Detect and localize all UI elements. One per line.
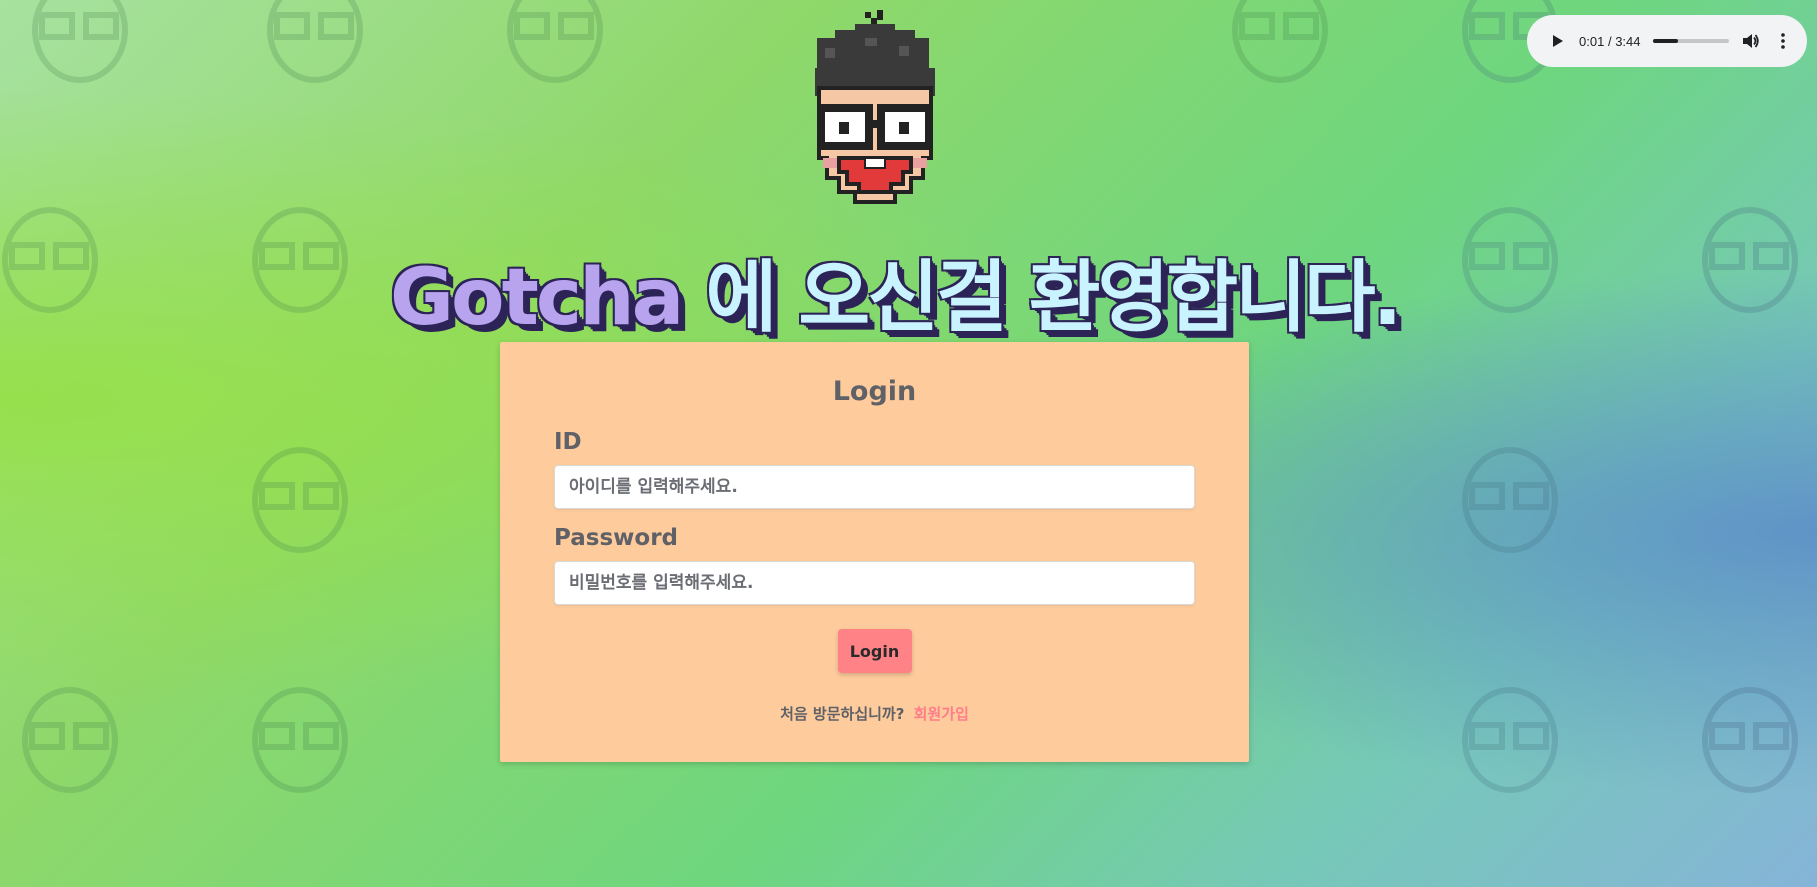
bg-face-icon xyxy=(1462,687,1558,793)
signup-row: 처음 방문하십니까? 회원가입 xyxy=(554,703,1195,724)
bg-face-icon xyxy=(32,0,128,83)
bg-face-icon xyxy=(267,0,363,83)
bg-face-icon xyxy=(1462,447,1558,553)
current-time: 0:01 xyxy=(1579,33,1605,49)
password-label: Password xyxy=(554,525,678,551)
duration: 3:44 xyxy=(1615,33,1641,49)
bg-face-icon xyxy=(252,687,348,793)
bg-face-icon xyxy=(1702,207,1798,313)
welcome-title: Gotcha 에 오신걸 환영합니다. xyxy=(390,235,1402,347)
bg-face-icon xyxy=(1462,207,1558,313)
login-button[interactable]: Login xyxy=(837,629,912,673)
password-input[interactable] xyxy=(554,561,1195,605)
bg-face-icon xyxy=(252,207,348,313)
brand-name: Gotcha xyxy=(390,253,684,343)
time-separator: / xyxy=(1607,33,1612,49)
welcome-text: 에 오신걸 환영합니다. xyxy=(681,253,1402,343)
bg-face-icon xyxy=(507,0,603,83)
bg-face-icon xyxy=(252,447,348,553)
audio-progress-fill xyxy=(1652,39,1678,43)
audio-progress-bar[interactable] xyxy=(1652,39,1729,43)
more-vertical-icon[interactable] xyxy=(1773,31,1793,51)
login-button-row: Login xyxy=(554,629,1195,673)
login-title: Login xyxy=(832,376,917,407)
bg-face-icon xyxy=(2,207,98,313)
login-card: Login ID Password Login 처음 방문하십니까? 회원가입 xyxy=(500,342,1249,762)
audio-time: 0:01 / 3:44 xyxy=(1579,34,1641,49)
audio-player: 0:01 / 3:44 xyxy=(1527,15,1807,67)
bg-face-icon xyxy=(1232,0,1328,83)
mascot-face-icon xyxy=(815,10,935,204)
id-label: ID xyxy=(554,429,582,455)
bg-face-icon xyxy=(22,687,118,793)
id-input[interactable] xyxy=(554,465,1195,509)
bg-face-icon xyxy=(1702,687,1798,793)
signup-link[interactable]: 회원가입 xyxy=(914,705,969,723)
volume-icon[interactable] xyxy=(1741,31,1761,51)
signup-prompt: 처음 방문하십니까? xyxy=(780,705,905,723)
play-icon[interactable] xyxy=(1549,32,1567,50)
